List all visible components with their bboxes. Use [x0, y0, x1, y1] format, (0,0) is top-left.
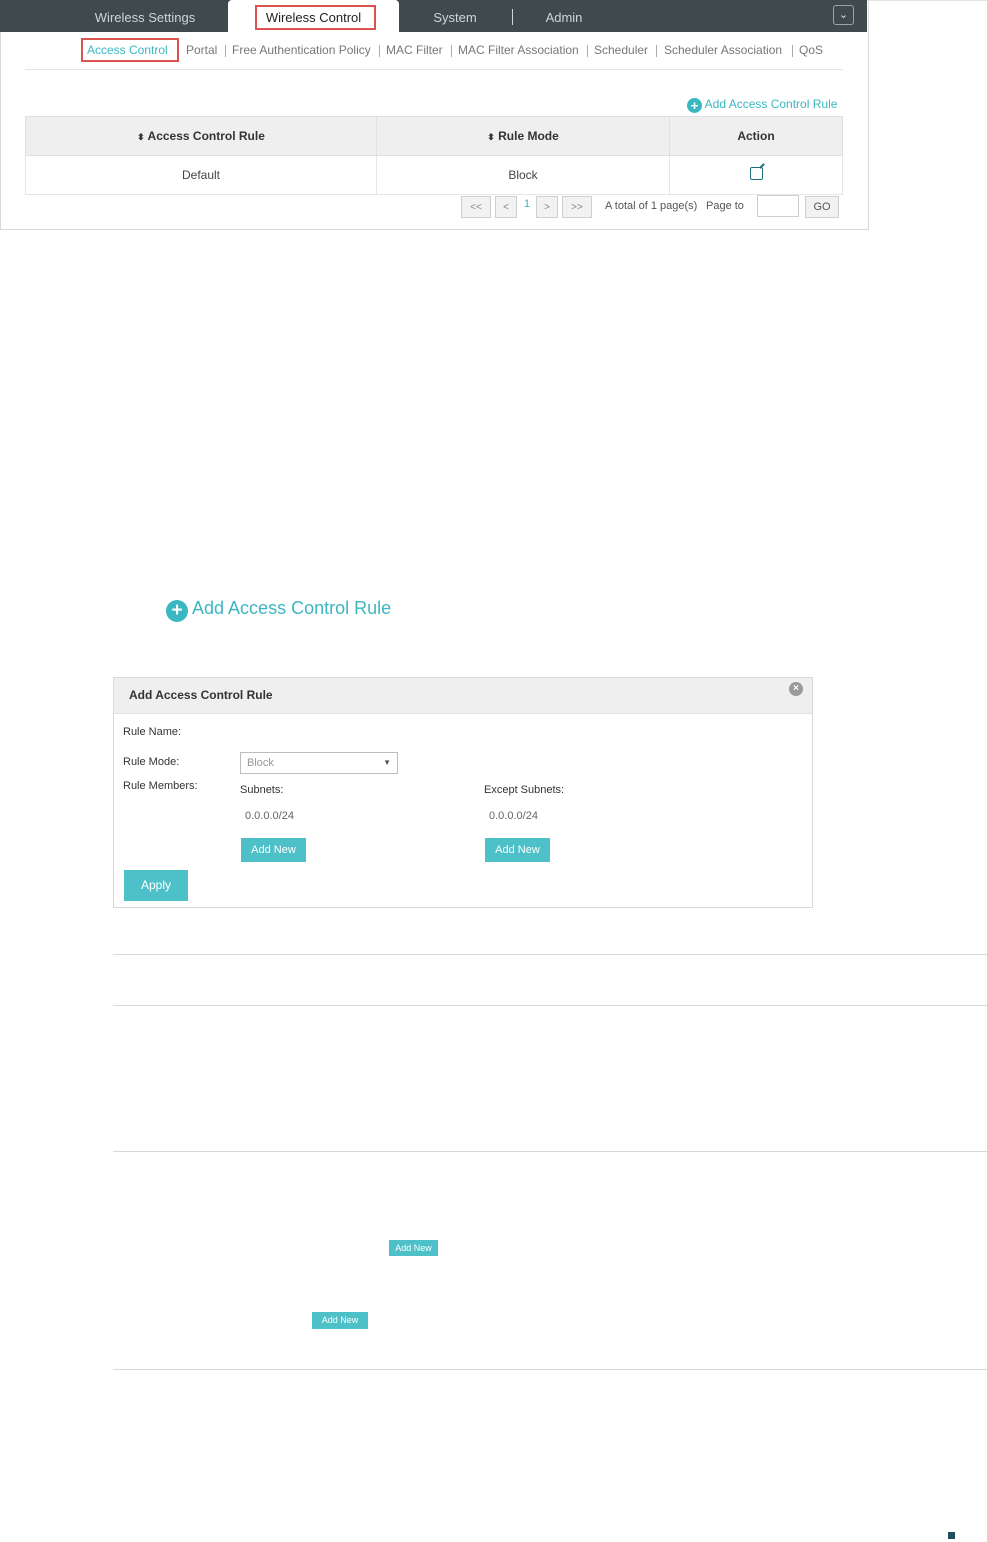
column-header-mode[interactable]: ⬍ Rule Mode — [376, 116, 670, 156]
add-new-subnet-button[interactable]: Add New — [241, 838, 306, 862]
add-access-control-rule-heading[interactable]: + Add Access Control Rule — [166, 598, 391, 622]
last-page-button[interactable]: >> — [562, 196, 592, 218]
subtab-mac-filter[interactable]: MAC Filter — [386, 43, 443, 57]
dialog-header: Add Access Control Rule × — [114, 678, 812, 714]
subtab-mac-filter-association[interactable]: MAC Filter Association — [458, 43, 579, 57]
apply-button[interactable]: Apply — [124, 870, 188, 901]
add-rule-link-label: Add Access Control Rule — [704, 97, 838, 111]
add-access-control-rule-link[interactable]: + Add Access Control Rule — [687, 97, 837, 113]
section-divider — [113, 1005, 987, 1006]
subtab-qos[interactable]: QoS — [799, 43, 823, 57]
subnav-separator — [792, 45, 793, 57]
page-marker — [948, 1532, 955, 1539]
dialog-title: Add Access Control Rule — [129, 688, 273, 702]
table-header-row: ⬍ Access Control Rule ⬍ Rule Mode Action — [25, 116, 843, 156]
cell-action — [669, 155, 843, 195]
section-divider — [113, 1369, 987, 1370]
except-subnets-value: 0.0.0.0/24 — [489, 810, 538, 822]
subnav-separator — [451, 45, 452, 57]
rule-mode-value: Block — [247, 757, 274, 769]
current-page[interactable]: 1 — [524, 198, 530, 210]
column-header-action: Action — [669, 116, 843, 156]
prev-page-button[interactable]: < — [495, 196, 517, 218]
highlight-box-subtab — [81, 38, 179, 62]
chevron-down-icon[interactable]: ⌄ — [833, 5, 854, 25]
column-header-rule[interactable]: ⬍ Access Control Rule — [25, 116, 377, 156]
add-new-except-subnet-button[interactable]: Add New — [485, 838, 550, 862]
table-row: Default Block — [25, 155, 843, 195]
edit-icon[interactable] — [749, 167, 763, 180]
plus-circle-icon: + — [687, 98, 702, 113]
page-to-input[interactable] — [757, 195, 799, 217]
tab-admin[interactable]: Admin — [520, 0, 608, 32]
subtab-free-authentication-policy[interactable]: Free Authentication Policy — [232, 43, 371, 57]
tab-wireless-settings[interactable]: Wireless Settings — [60, 0, 230, 32]
big-add-label: Add Access Control Rule — [192, 598, 392, 618]
subnav-separator — [225, 45, 226, 57]
cell-mode: Block — [376, 155, 670, 195]
column-header-mode-label: Rule Mode — [498, 129, 559, 143]
subnav-separator — [656, 45, 657, 57]
add-new-inline-button[interactable]: Add New — [312, 1312, 368, 1329]
close-icon[interactable]: × — [789, 682, 803, 696]
nav-separator — [512, 9, 513, 25]
subtab-scheduler-association[interactable]: Scheduler Association — [664, 43, 782, 57]
sort-icon: ⬍ — [487, 132, 495, 142]
sort-icon: ⬍ — [137, 132, 145, 142]
page-total-text: A total of 1 page(s) — [605, 200, 698, 212]
subnav-divider — [25, 69, 843, 70]
subnets-value: 0.0.0.0/24 — [245, 810, 294, 822]
highlight-box-tab — [255, 5, 376, 30]
rule-name-label: Rule Name: — [123, 726, 182, 738]
go-button[interactable]: GO — [805, 196, 839, 218]
page-to-label: Page to — [706, 200, 744, 212]
cell-rule: Default — [25, 155, 377, 195]
rule-members-label: Rule Members: — [123, 780, 198, 792]
add-new-inline-button[interactable]: Add New — [389, 1240, 438, 1256]
next-page-button[interactable]: > — [536, 196, 558, 218]
subnav-separator — [587, 45, 588, 57]
subtab-portal[interactable]: Portal — [186, 43, 217, 57]
except-subnets-label: Except Subnets: — [484, 784, 565, 796]
add-rule-dialog: Add Access Control Rule × Rule Name: Rul… — [113, 677, 813, 908]
column-header-rule-label: Access Control Rule — [147, 129, 265, 143]
subtab-scheduler[interactable]: Scheduler — [594, 43, 648, 57]
tab-system[interactable]: System — [410, 0, 500, 32]
section-divider — [113, 954, 987, 955]
section-divider — [113, 1151, 987, 1152]
plus-circle-icon: + — [166, 600, 188, 622]
dropdown-arrow-icon: ▼ — [383, 758, 391, 767]
access-control-panel: Wireless Settings Wireless Control Syste… — [0, 0, 869, 230]
subnets-label: Subnets: — [240, 784, 284, 796]
subnav-separator — [379, 45, 380, 57]
rules-table: ⬍ Access Control Rule ⬍ Rule Mode Action… — [25, 116, 843, 195]
first-page-button[interactable]: << — [461, 196, 491, 218]
main-navbar: Wireless Settings Wireless Control Syste… — [0, 0, 867, 32]
rule-mode-select[interactable]: Block ▼ — [240, 752, 398, 774]
rule-mode-label: Rule Mode: — [123, 756, 180, 768]
